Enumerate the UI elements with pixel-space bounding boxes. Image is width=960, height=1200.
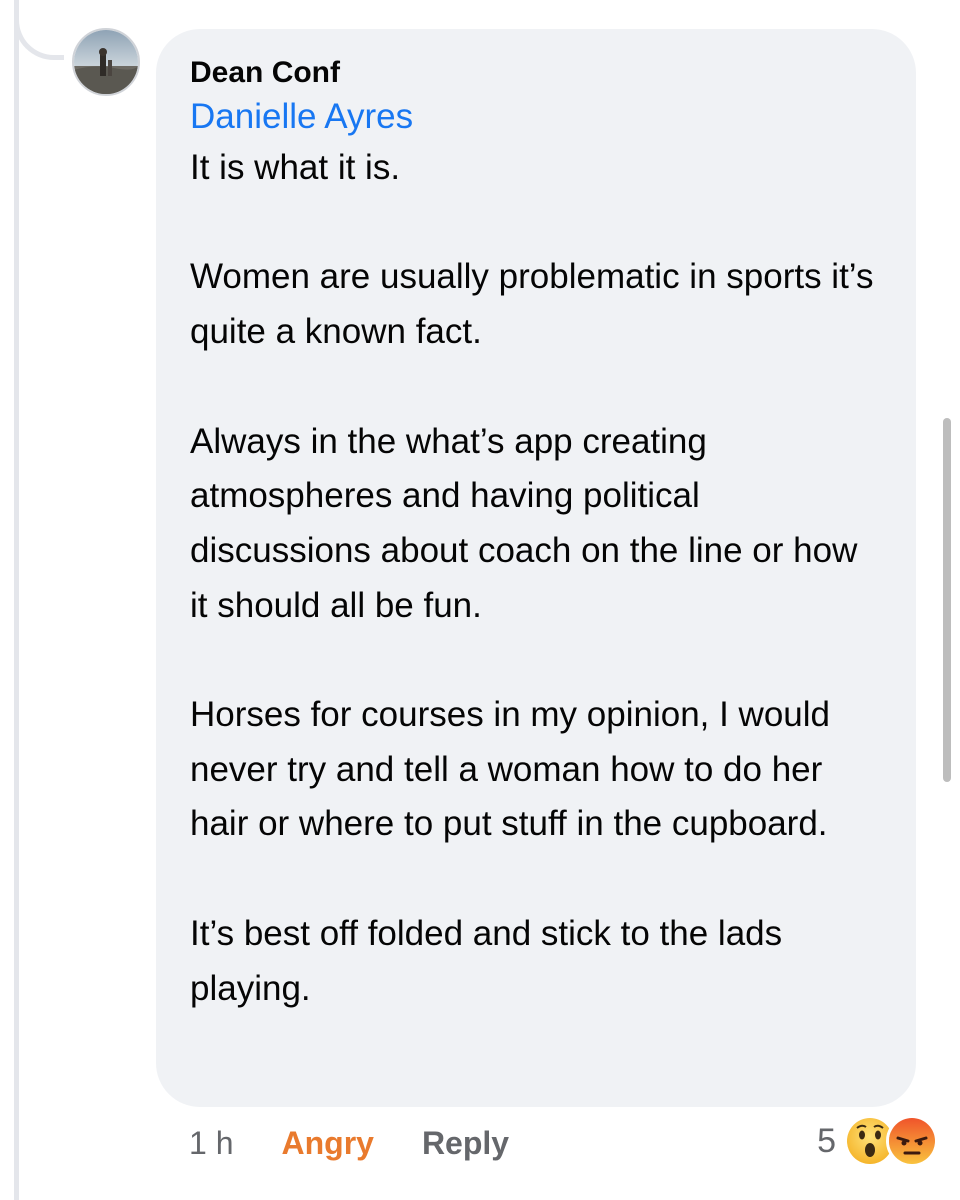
comment-timestamp[interactable]: 1 h	[189, 1125, 233, 1162]
comment-author[interactable]: Dean Conf	[190, 55, 882, 91]
reply-button[interactable]: Reply	[422, 1125, 509, 1162]
avatar[interactable]	[72, 28, 140, 96]
reaction-count: 5	[817, 1121, 836, 1160]
mention-link[interactable]: Danielle Ayres	[190, 93, 882, 141]
angry-emoji-icon	[886, 1115, 938, 1167]
comment-bubble: Dean Conf Danielle Ayres It is what it i…	[156, 29, 916, 1107]
thread-connector-line	[14, 0, 19, 1200]
avatar-photo	[74, 30, 138, 94]
scrollbar[interactable]	[943, 418, 951, 782]
reaction-summary[interactable]: 5	[817, 1114, 938, 1168]
comment-actions: 1 h Angry Reply	[189, 1118, 509, 1168]
angry-reaction-button[interactable]: Angry	[281, 1125, 373, 1162]
comment-text: It is what it is. Women are usually prob…	[190, 148, 874, 1008]
thread-connector-curve	[14, 0, 64, 60]
